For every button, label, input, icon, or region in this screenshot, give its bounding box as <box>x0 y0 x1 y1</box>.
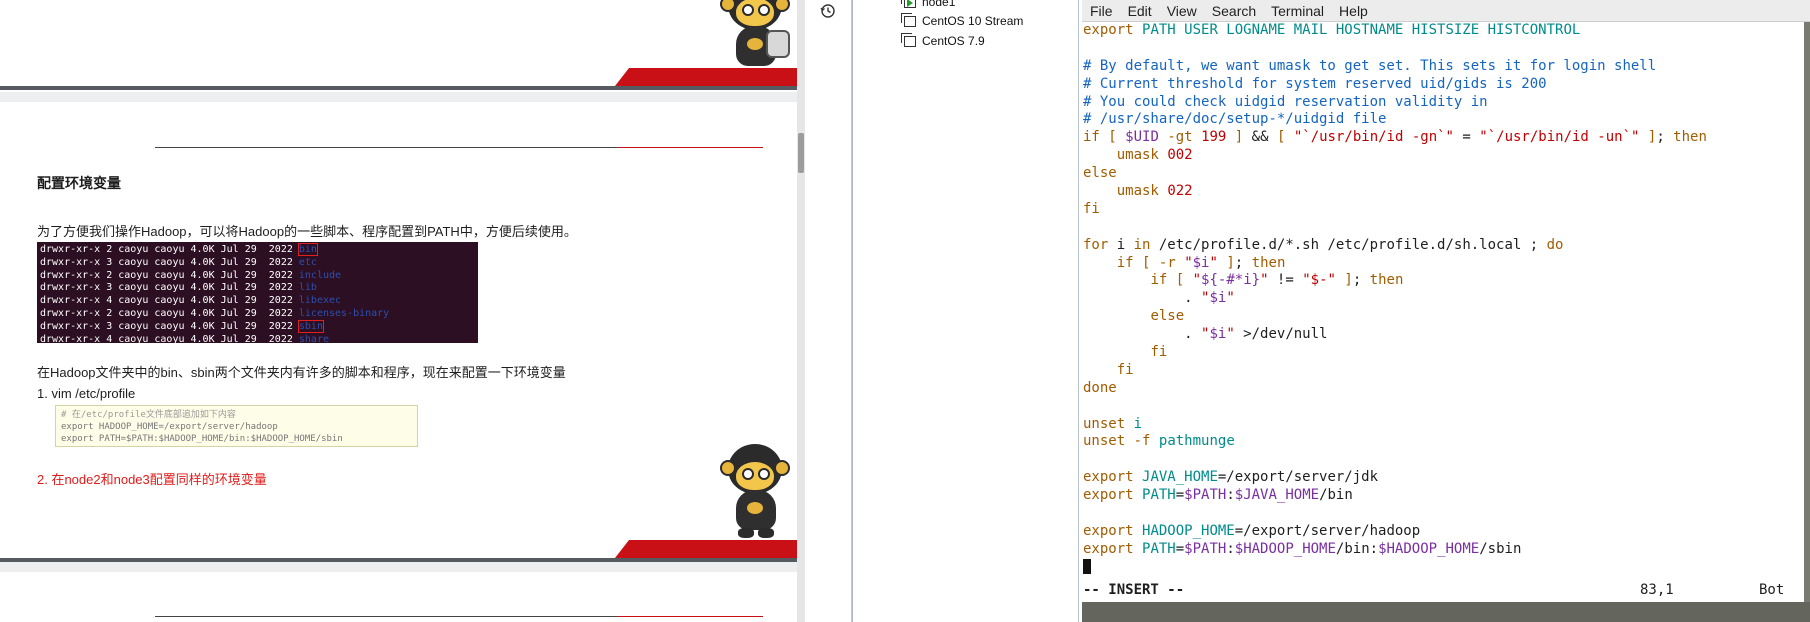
ls-dir-name: licenses-binary <box>298 307 390 319</box>
terminal-bottom-edge <box>1082 602 1810 622</box>
menu-terminal[interactable]: Terminal <box>1271 3 1324 19</box>
ls-dir-name: bin <box>297 243 318 256</box>
page-header-line <box>155 147 763 148</box>
menu-file[interactable]: File <box>1090 3 1113 19</box>
list-item: 1. vim /etc/profile <box>37 386 136 401</box>
ls-dir-name: etc <box>298 256 317 268</box>
terminal-scrollbar[interactable] <box>1804 22 1810 602</box>
document-page <box>0 572 797 622</box>
history-strip <box>805 0 852 622</box>
terminal-menubar: File Edit View Search Terminal Help <box>1082 0 1810 22</box>
vm-list-item[interactable]: CentOS 10 Stream <box>901 12 1024 30</box>
menu-help[interactable]: Help <box>1339 3 1368 19</box>
ls-row-meta: drwxr-xr-x 2 caoyu caoyu 4.0K Jul 29 202… <box>40 307 299 319</box>
ls-output-row: drwxr-xr-x 2 caoyu caoyu 4.0K Jul 29 202… <box>40 243 475 257</box>
vm-name: CentOS 7.9 <box>922 34 985 48</box>
monkey-mascot-image <box>718 444 792 538</box>
ls-output-row: drwxr-xr-x 4 caoyu caoyu 4.0K Jul 29 202… <box>40 334 475 343</box>
vm-list-item[interactable]: node1 <box>901 0 956 11</box>
section-heading: 配置环境变量 <box>37 175 121 191</box>
ls-output-row: drwxr-xr-x 3 caoyu caoyu 4.0K Jul 29 202… <box>40 319 475 334</box>
ls-row-meta: drwxr-xr-x 4 caoyu caoyu 4.0K Jul 29 202… <box>40 333 299 343</box>
ls-output-row: drwxr-xr-x 2 caoyu caoyu 4.0K Jul 29 202… <box>40 270 475 283</box>
vm-list-item[interactable]: CentOS 7.9 <box>901 32 985 50</box>
ls-row-meta: drwxr-xr-x 2 caoyu caoyu 4.0K Jul 29 202… <box>40 244 299 255</box>
code-line: # 在/etc/profile文件底部追加如下内容 <box>61 410 236 420</box>
ls-output-row: drwxr-xr-x 3 caoyu caoyu 4.0K Jul 29 202… <box>40 282 475 295</box>
vim-editor-buffer[interactable]: export PATH USER LOGNAME MAIL HOSTNAME H… <box>1082 22 1804 602</box>
paragraph: 在Hadoop文件夹中的bin、sbin两个文件夹内有许多的脚本和程序，现在来配… <box>37 365 566 380</box>
vim-mode-indicator: -- INSERT -- <box>1083 582 1185 598</box>
page-header-line <box>155 616 763 617</box>
document-scrollbar[interactable] <box>797 0 805 622</box>
ls-output-row: drwxr-xr-x 3 caoyu caoyu 4.0K Jul 29 202… <box>40 257 475 270</box>
ls-dir-name: share <box>298 333 329 343</box>
menu-edit[interactable]: Edit <box>1128 3 1152 19</box>
document-scrollbar-thumb[interactable] <box>798 133 804 173</box>
vim-cursor-position: 83,1 <box>1640 582 1674 598</box>
vm-running-icon <box>901 0 916 8</box>
ls-row-meta: drwxr-xr-x 4 caoyu caoyu 4.0K Jul 29 202… <box>40 295 299 307</box>
monkey-mascot-image <box>718 0 792 74</box>
vim-status-line: -- INSERT -- 83,1 Bot <box>1082 581 1804 599</box>
vim-scroll-position: Bot <box>1759 582 1785 598</box>
vm-icon <box>901 32 916 47</box>
ls-row-meta: drwxr-xr-x 3 caoyu caoyu 4.0K Jul 29 202… <box>40 256 299 268</box>
ls-row-meta: drwxr-xr-x 2 caoyu caoyu 4.0K Jul 29 202… <box>40 269 299 281</box>
document-page <box>0 0 797 92</box>
page-footer-bar <box>0 540 797 562</box>
list-item-highlighted: 2. 在node2和node3配置同样的环境变量 <box>37 472 267 487</box>
menu-search[interactable]: Search <box>1212 3 1256 19</box>
code-line: export PATH=$PATH:$HADOOP_HOME/bin:$HADO… <box>61 434 343 444</box>
code-block: # 在/etc/profile文件底部追加如下内容 export HADOOP_H… <box>55 405 418 447</box>
ls-output-row: drwxr-xr-x 2 caoyu caoyu 4.0K Jul 29 202… <box>40 308 475 321</box>
document-viewer: 配置环境变量 为了方便我们操作Hadoop，可以将Hadoop的一些脚本、程序配… <box>0 0 805 622</box>
vm-name: CentOS 10 Stream <box>922 14 1024 28</box>
ls-row-meta: drwxr-xr-x 3 caoyu caoyu 4.0K Jul 29 202… <box>40 282 299 294</box>
code-line: export HADOOP_HOME=/export/server/hadoop <box>61 422 278 432</box>
vm-icon <box>901 12 916 27</box>
panel-divider[interactable] <box>1050 0 1082 622</box>
history-icon[interactable] <box>819 2 837 20</box>
ls-dir-name: libexec <box>298 295 342 307</box>
document-page: 配置环境变量 为了方便我们操作Hadoop，可以将Hadoop的一些脚本、程序配… <box>0 102 797 562</box>
ls-dir-name: include <box>298 269 342 281</box>
vm-name: node1 <box>922 0 956 9</box>
terminal-window: File Edit View Search Terminal Help expo… <box>1082 0 1810 622</box>
paragraph: 为了方便我们操作Hadoop，可以将Hadoop的一些脚本、程序配置到PATH中… <box>37 224 577 239</box>
ls-dir-name: sbin <box>297 319 324 333</box>
terminal-screenshot: drwxr-xr-x 2 caoyu caoyu 4.0K Jul 29 202… <box>37 242 478 343</box>
ls-dir-name: lib <box>298 282 317 294</box>
menu-view[interactable]: View <box>1167 3 1197 19</box>
ls-output-row: drwxr-xr-x 4 caoyu caoyu 4.0K Jul 29 202… <box>40 295 475 308</box>
vm-library-panel <box>852 0 1050 622</box>
text-cursor <box>1083 558 1091 574</box>
page-footer-bar <box>0 68 797 90</box>
ls-row-meta: drwxr-xr-x 3 caoyu caoyu 4.0K Jul 29 202… <box>40 320 299 332</box>
